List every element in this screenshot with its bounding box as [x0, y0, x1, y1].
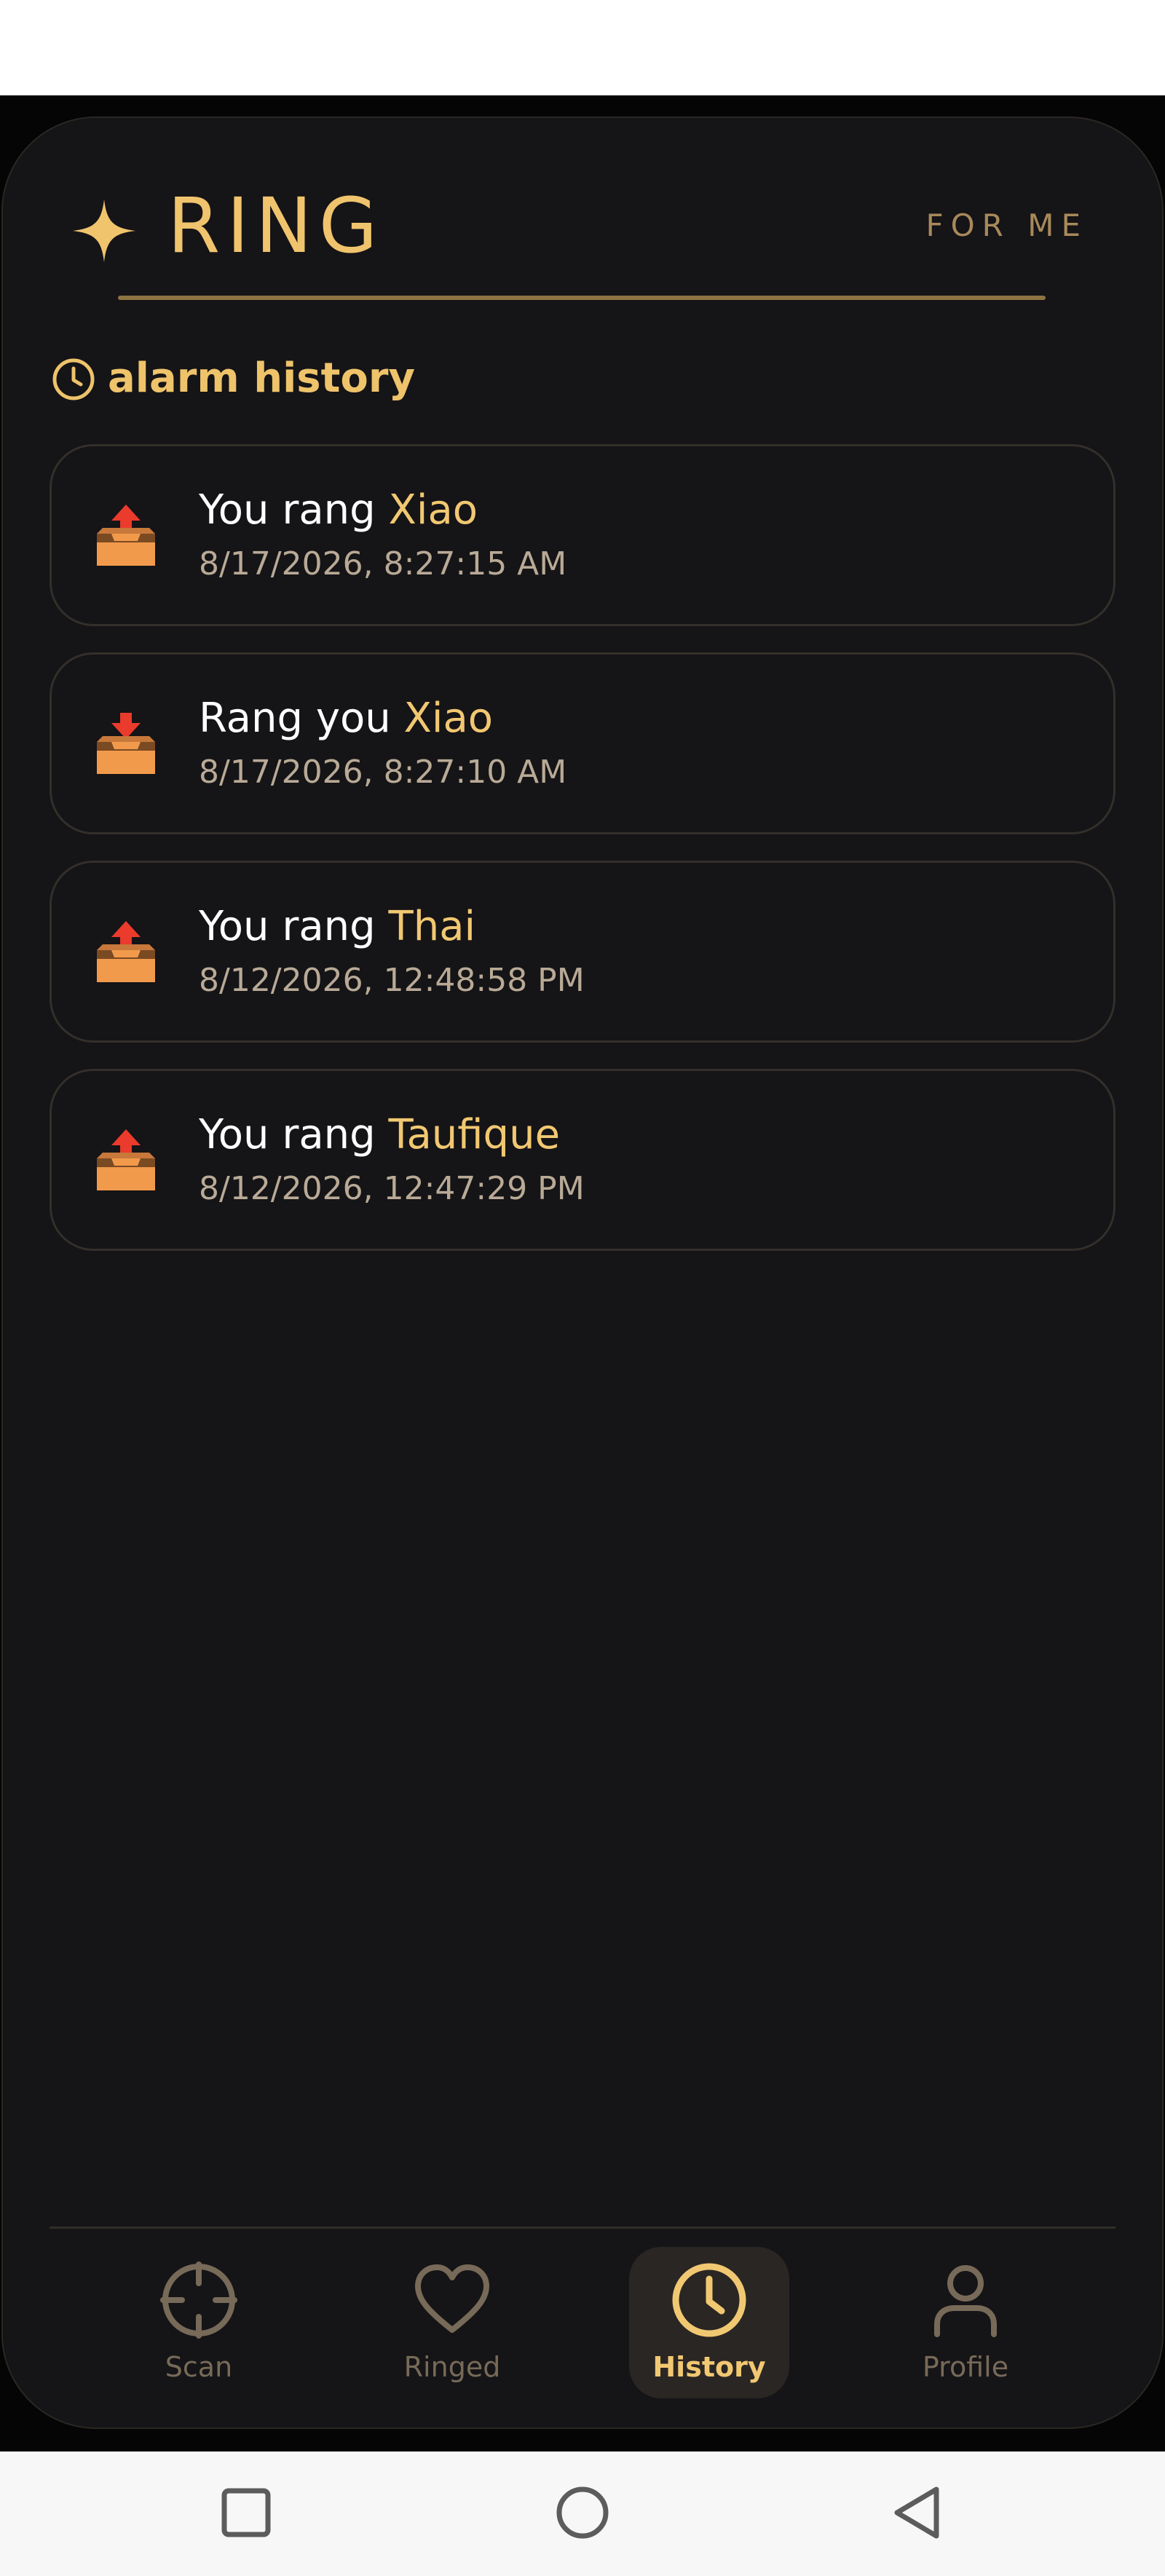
bottom-nav: Scan Ringed History Profile	[0, 2247, 1165, 2400]
contact-name: Xiao	[403, 695, 494, 742]
history-item[interactable]: Rang you Xiao 8/17/2026, 8:27:10 AM	[50, 652, 1115, 834]
history-item[interactable]: You rang Taufique 8/12/2026, 12:47:29 PM	[50, 1069, 1115, 1251]
contact-name: Taufique	[388, 1111, 561, 1158]
clock-icon	[672, 2263, 746, 2337]
outbox-tray-icon	[97, 921, 155, 982]
home-button[interactable]	[553, 2484, 612, 2542]
person-icon	[934, 2265, 997, 2337]
history-item-timestamp: 8/17/2026, 8:27:15 AM	[199, 545, 567, 582]
heart-icon	[415, 2264, 489, 2333]
header-divider	[118, 296, 1046, 300]
nav-label: Scan	[165, 2351, 233, 2383]
nav-item-history[interactable]: History	[629, 2247, 789, 2398]
section-title: alarm history	[108, 355, 415, 402]
nav-label: History	[652, 2351, 766, 2383]
recents-button[interactable]	[217, 2484, 275, 2542]
history-list: You rang Xiao 8/17/2026, 8:27:15 AM Rang…	[50, 444, 1115, 1277]
outbox-tray-icon	[97, 505, 155, 566]
history-item-timestamp: 8/12/2026, 12:47:29 PM	[199, 1170, 585, 1207]
history-item-title: You rang Xiao	[199, 486, 478, 534]
inbox-tray-icon	[97, 713, 155, 774]
nav-item-profile[interactable]: Profile	[885, 2247, 1046, 2398]
contact-name: Thai	[388, 903, 476, 950]
nav-divider	[50, 2227, 1115, 2229]
outbox-tray-icon	[97, 1129, 155, 1190]
back-button[interactable]	[890, 2484, 948, 2542]
for-me-label[interactable]: FOR ME	[925, 205, 1088, 246]
history-item-timestamp: 8/12/2026, 12:48:58 PM	[199, 962, 585, 999]
clock-icon	[52, 358, 95, 400]
history-item[interactable]: You rang Xiao 8/17/2026, 8:27:15 AM	[50, 444, 1115, 626]
nav-label: Ringed	[403, 2351, 501, 2383]
sparkle-icon	[72, 199, 136, 263]
history-item[interactable]: You rang Thai 8/12/2026, 12:48:58 PM	[50, 861, 1115, 1043]
history-item-title: Rang you Xiao	[199, 695, 494, 742]
contact-name: Xiao	[388, 486, 478, 534]
history-item-timestamp: 8/17/2026, 8:27:10 AM	[199, 754, 567, 791]
nav-item-scan[interactable]: Scan	[119, 2247, 279, 2398]
system-navigation-bar	[0, 2451, 1165, 2576]
crosshair-icon	[160, 2261, 237, 2339]
history-item-title: You rang Thai	[199, 903, 476, 950]
app-title: RING	[167, 181, 384, 270]
nav-item-ringed[interactable]: Ringed	[372, 2247, 532, 2398]
nav-label: Profile	[922, 2351, 1009, 2383]
status-bar	[0, 0, 1165, 95]
history-item-title: You rang Taufique	[199, 1111, 561, 1158]
